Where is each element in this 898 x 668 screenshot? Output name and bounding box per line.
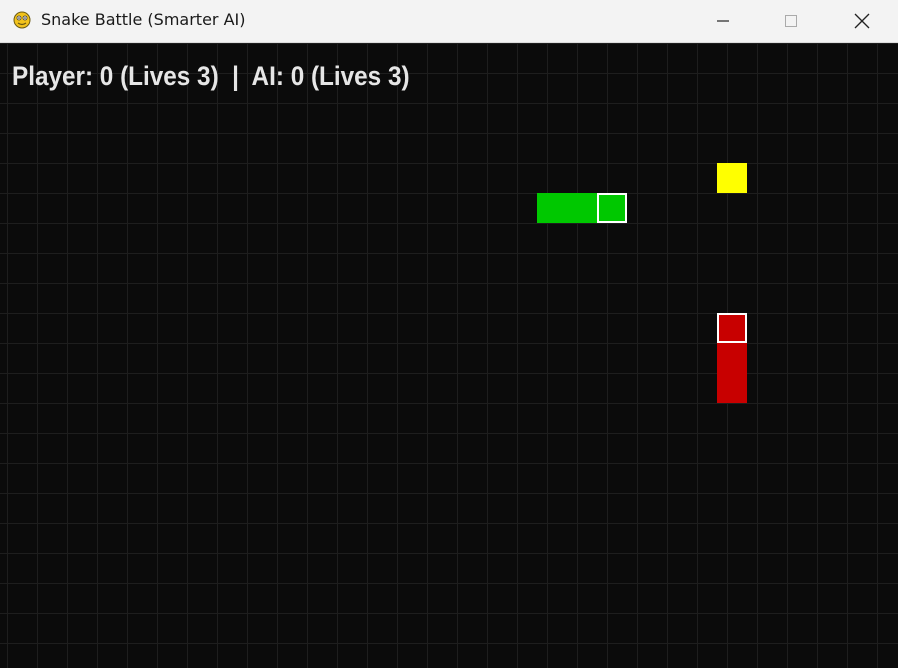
score-display: Player: 0 (Lives 3) | AI: 0 (Lives 3): [12, 61, 410, 91]
title-bar[interactable]: Snake Battle (Smarter AI): [0, 0, 898, 43]
close-button[interactable]: [839, 0, 885, 42]
player-snake-segment: [567, 193, 597, 223]
food-pellet: [717, 163, 747, 193]
maximize-button[interactable]: [768, 0, 814, 42]
player-snake-head: [597, 193, 627, 223]
window-title: Snake Battle (Smarter AI): [41, 10, 246, 29]
game-window: Snake Battle (Smarter AI) Player: 0 (Liv…: [0, 0, 898, 668]
pygame-snake-icon: [11, 8, 33, 30]
player-snake-segment: [537, 193, 567, 223]
close-icon: [854, 13, 870, 29]
ai-snake-segment: [717, 343, 747, 373]
minimize-icon: [716, 14, 730, 28]
ai-snake-segment: [717, 373, 747, 403]
minimize-button[interactable]: [700, 0, 746, 42]
game-board[interactable]: Player: 0 (Lives 3) | AI: 0 (Lives 3): [0, 43, 898, 668]
ai-snake-head: [717, 313, 747, 343]
maximize-icon: [784, 14, 798, 28]
